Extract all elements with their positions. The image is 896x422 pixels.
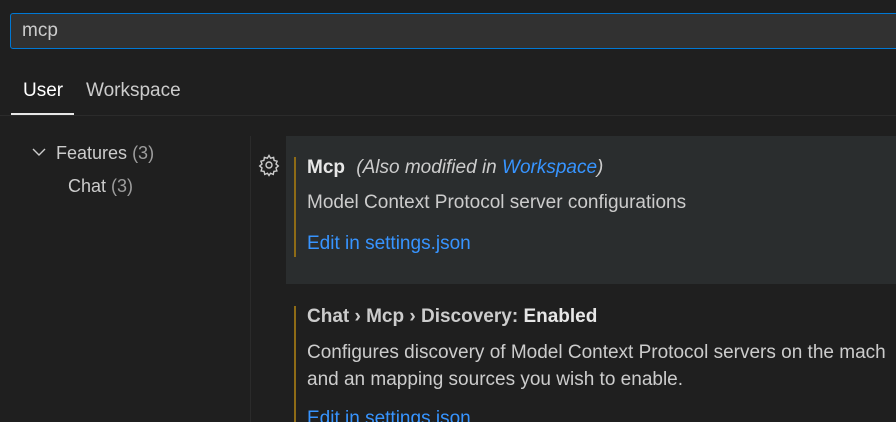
modified-in-note: (Also modified in Workspace) [356,157,603,178]
setting-title-row: Chat › Mcp › Discovery: Enabled [307,306,597,328]
modified-prefix: (Also modified in [356,157,503,178]
toc-item-features[interactable]: Features (3) [56,143,154,164]
settings-scope-tabs: User Workspace [0,66,896,116]
chevron-down-icon[interactable] [31,144,47,160]
modified-indicator [294,157,296,257]
setting-title: Mcp [307,157,345,178]
tab-workspace[interactable]: Workspace [86,80,181,102]
workspace-link[interactable]: Workspace [502,157,597,178]
edit-in-settings-link[interactable]: Edit in settings.json [307,233,471,255]
toc-item-count: (3) [132,143,155,163]
setting-category: Chat › Mcp › Discovery: [307,306,524,327]
active-tab-indicator [11,113,74,115]
toc-item-label: Chat [68,176,107,196]
setting-description-line: Configures discovery of Model Context Pr… [307,342,886,363]
settings-editor: mcp User Workspace Features (3) Chat (3)… [0,0,896,422]
edit-in-settings-link[interactable]: Edit in settings.json [307,408,471,422]
toc-item-label: Features [56,143,128,163]
tab-user[interactable]: User [23,80,63,102]
modified-indicator [294,306,296,422]
search-input[interactable]: mcp [10,13,896,49]
setting-description-line: and an mapping sources you wish to enabl… [307,369,684,390]
setting-description: Model Context Protocol server configurat… [307,192,687,213]
gear-icon[interactable] [257,153,281,177]
sash-divider[interactable] [250,136,251,422]
toc-item-chat[interactable]: Chat (3) [68,176,133,197]
setting-title: Enabled [523,306,598,327]
toc-item-count: (3) [111,176,134,196]
setting-title-row: Mcp (Also modified in Workspace) [307,157,603,179]
modified-suffix: ) [597,157,604,178]
